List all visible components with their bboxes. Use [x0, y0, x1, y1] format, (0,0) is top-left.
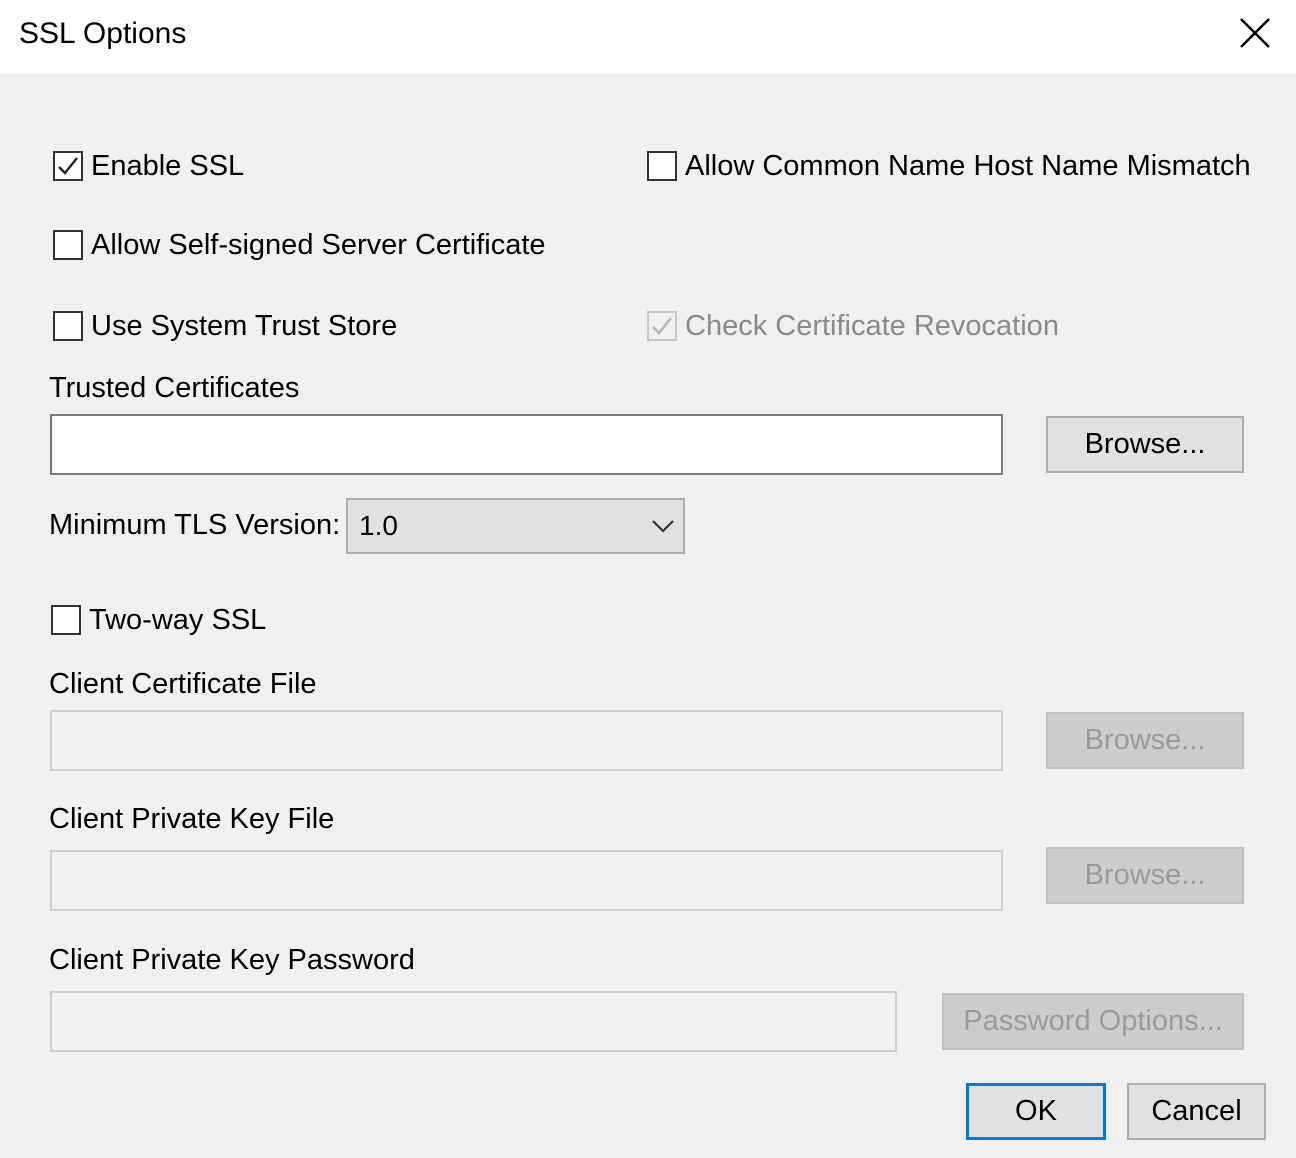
trusted-certificates-input[interactable]	[50, 414, 1003, 475]
dialog-title: SSL Options	[19, 17, 187, 50]
allow-cn-mismatch-label: Allow Common Name Host Name Mismatch	[685, 150, 1251, 182]
allow-cn-mismatch-box[interactable]	[647, 151, 677, 181]
close-button[interactable]	[1230, 10, 1280, 56]
trusted-certificates-label: Trusted Certificates	[49, 372, 300, 404]
close-icon	[1240, 18, 1270, 48]
chevron-down-icon	[643, 519, 683, 533]
client-certificate-browse-button[interactable]: Browse...	[1046, 712, 1244, 769]
check-revocation-box[interactable]	[647, 311, 677, 341]
use-system-trust-store-checkbox[interactable]: Use System Trust Store	[53, 309, 397, 343]
trusted-certificates-browse-button[interactable]: Browse...	[1046, 416, 1244, 473]
two-way-ssl-box[interactable]	[51, 605, 81, 635]
min-tls-version-select[interactable]: 1.0	[346, 498, 685, 554]
check-revocation-checkbox[interactable]: Check Certificate Revocation	[647, 309, 1059, 343]
enable-ssl-box[interactable]	[53, 151, 83, 181]
min-tls-version-label: Minimum TLS Version:	[49, 509, 341, 541]
client-private-key-browse-button[interactable]: Browse...	[1046, 847, 1244, 904]
allow-self-signed-box[interactable]	[53, 230, 83, 260]
client-private-key-password-label: Client Private Key Password	[49, 944, 415, 976]
client-certificate-file-label: Client Certificate File	[49, 668, 317, 700]
client-certificate-file-input[interactable]	[50, 710, 1003, 771]
check-revocation-label: Check Certificate Revocation	[685, 310, 1059, 342]
client-private-key-file-input[interactable]	[50, 850, 1003, 911]
enable-ssl-label: Enable SSL	[91, 150, 245, 182]
enable-ssl-checkbox[interactable]: Enable SSL	[53, 149, 244, 183]
client-private-key-password-input[interactable]	[50, 991, 897, 1052]
client-private-key-file-label: Client Private Key File	[49, 803, 335, 835]
two-way-ssl-label: Two-way SSL	[89, 604, 267, 636]
min-tls-version-value: 1.0	[359, 510, 398, 541]
allow-self-signed-label: Allow Self-signed Server Certificate	[91, 229, 546, 261]
checkmark-icon	[58, 157, 78, 175]
two-way-ssl-checkbox[interactable]: Two-way SSL	[51, 603, 266, 637]
checkmark-icon	[652, 317, 672, 335]
allow-self-signed-checkbox[interactable]: Allow Self-signed Server Certificate	[53, 228, 546, 262]
ok-button[interactable]: OK	[966, 1083, 1106, 1140]
cancel-button[interactable]: Cancel	[1127, 1083, 1266, 1140]
use-system-trust-store-label: Use System Trust Store	[91, 310, 398, 342]
title-bar: SSL Options	[0, 0, 1296, 74]
use-system-trust-store-box[interactable]	[53, 311, 83, 341]
allow-cn-mismatch-checkbox[interactable]: Allow Common Name Host Name Mismatch	[647, 149, 1251, 183]
password-options-button[interactable]: Password Options...	[942, 993, 1244, 1050]
